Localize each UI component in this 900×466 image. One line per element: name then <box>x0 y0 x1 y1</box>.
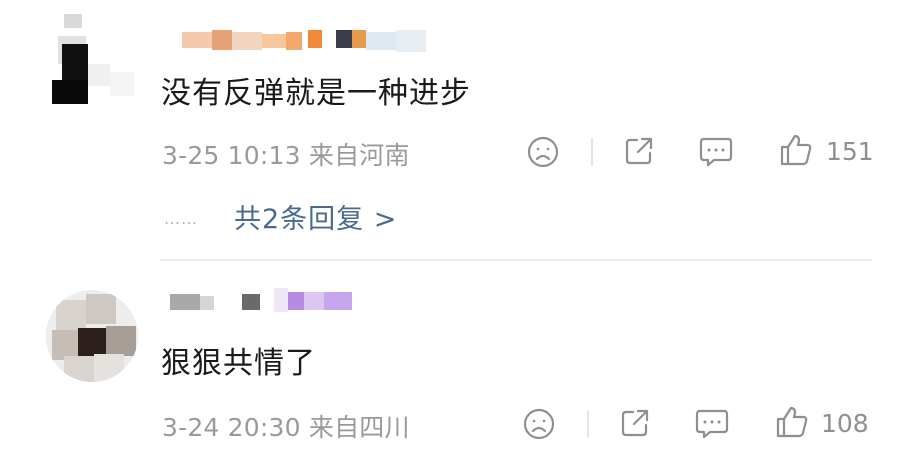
comment-bubble-icon[interactable] <box>694 407 730 441</box>
share-icon[interactable] <box>618 406 652 440</box>
replies-dots: …… <box>164 209 198 228</box>
share-icon[interactable] <box>622 134 656 168</box>
comment-text: 狠狠共情了 <box>161 346 316 381</box>
comment-location: 来自四川 <box>308 413 410 442</box>
comment-date: 3-25 10:13 <box>162 141 301 170</box>
comment-meta: 3-25 10:13 来自河南 <box>162 136 410 172</box>
sad-face-icon[interactable] <box>526 135 560 169</box>
comment-date: 3-24 20:30 <box>162 413 301 442</box>
sad-face-icon[interactable] <box>522 407 556 441</box>
comment-text: 没有反弹就是一种进步 <box>161 76 471 111</box>
replies-link-text[interactable]: 共2条回复 > <box>234 197 397 236</box>
divider <box>587 410 589 438</box>
like-count: 108 <box>821 409 869 438</box>
comment-location: 来自河南 <box>308 141 410 170</box>
comment-item: 没有反弹就是一种进步 3-25 10:13 来自河南 151 …… 共2条回复 … <box>0 0 900 262</box>
comment-meta: 3-24 20:30 来自四川 <box>162 408 410 444</box>
comment-separator <box>160 259 872 261</box>
like-count: 151 <box>826 137 874 166</box>
divider <box>591 138 593 166</box>
avatar[interactable] <box>48 14 140 106</box>
thumbs-up-icon[interactable] <box>778 132 814 168</box>
thumbs-up-icon[interactable] <box>774 404 810 440</box>
comment-item: 狠狠共情了 3-24 20:30 来自四川 108 <box>0 262 900 466</box>
comment-bubble-icon[interactable] <box>698 135 734 169</box>
avatar[interactable] <box>46 290 138 382</box>
